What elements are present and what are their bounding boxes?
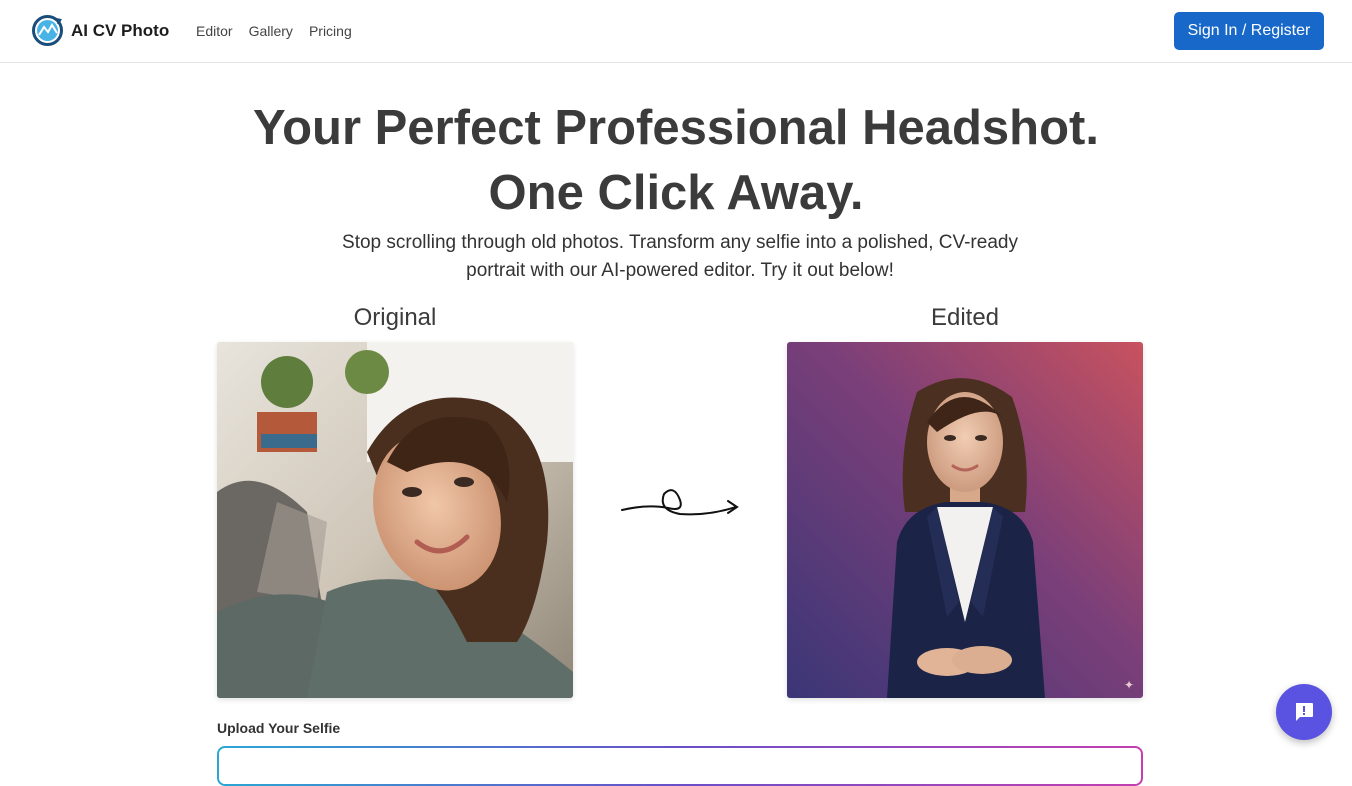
original-label: Original xyxy=(353,304,437,331)
nav-link-gallery[interactable]: Gallery xyxy=(249,23,293,39)
upload-dropzone[interactable] xyxy=(217,746,1143,786)
chat-button[interactable] xyxy=(1276,684,1332,740)
edited-photo xyxy=(787,342,1143,698)
sparkle-icon: ✦ xyxy=(1124,678,1135,692)
nav-link-editor[interactable]: Editor xyxy=(196,23,233,39)
hero-title-line-2: One Click Away. xyxy=(488,166,864,220)
sign-in-register-button[interactable]: Sign In / Register xyxy=(1174,12,1324,50)
edited-label: Edited xyxy=(930,304,1000,331)
chat-bubble-icon xyxy=(1296,703,1313,721)
upload-label: Upload Your Selfie xyxy=(217,720,341,736)
nav-link-pricing[interactable]: Pricing xyxy=(309,23,352,39)
hero-title: Your Perfect Professional Headshot. One … xyxy=(0,96,1352,226)
upload-dropzone-inner[interactable] xyxy=(219,748,1141,784)
hero-subtitle-line-1: Stop scrolling through old photos. Trans… xyxy=(342,232,1018,253)
top-navbar: AI CV Photo Editor Gallery Pricing Sign … xyxy=(0,0,1352,63)
camera-refresh-logo-icon[interactable] xyxy=(31,14,64,47)
curly-arrow-icon xyxy=(621,489,739,516)
hero-subtitle: Stop scrolling through old photos. Trans… xyxy=(296,229,1064,285)
brand-name[interactable]: AI CV Photo xyxy=(71,21,169,41)
original-photo xyxy=(217,342,573,698)
hero-title-line-1: Your Perfect Professional Headshot. xyxy=(253,101,1099,155)
nav-links: Editor Gallery Pricing xyxy=(196,23,352,39)
hero-subtitle-line-2: portrait with our AI-powered editor. Try… xyxy=(466,260,894,281)
